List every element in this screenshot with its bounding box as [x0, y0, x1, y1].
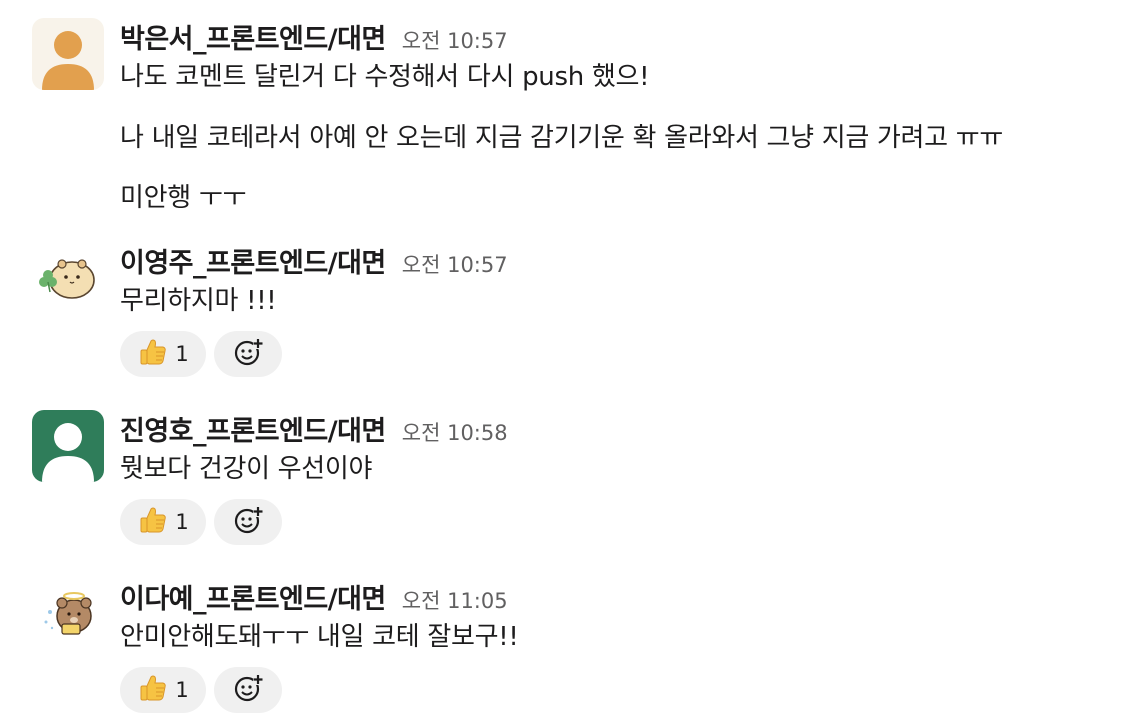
- add-emoji-icon: [232, 672, 264, 708]
- message-text: 나도 코멘트 달린거 다 수정해서 다시 push 했으!: [120, 62, 650, 92]
- add-reaction-button[interactable]: [214, 499, 282, 545]
- thumbs-up-reaction-button[interactable]: 1: [120, 667, 206, 713]
- reaction-count: 1: [175, 510, 189, 534]
- reaction-count: 1: [175, 342, 189, 366]
- message-timestamp[interactable]: 오전 10:58: [402, 417, 508, 447]
- author-name[interactable]: 이다예_프론트엔드/대면: [120, 577, 386, 616]
- add-emoji-icon: [232, 504, 264, 540]
- message-text: 미안행 ㅜㅜ: [120, 183, 247, 213]
- add-reaction-button[interactable]: [214, 667, 282, 713]
- thumbs-up-icon: [137, 504, 169, 540]
- message-timestamp[interactable]: 오전 10:57: [402, 249, 508, 279]
- author-name[interactable]: 진영호_프론트엔드/대면: [120, 409, 386, 448]
- message-text: 나 내일 코테라서 아예 안 오는데 지금 감기기운 확 올라와서 그냥 지금 …: [120, 123, 1004, 153]
- avatar-bear-icon[interactable]: [32, 578, 104, 650]
- thumbs-up-reaction-button[interactable]: 1: [120, 499, 206, 545]
- message-timestamp[interactable]: 오전 11:05: [402, 585, 508, 615]
- message-1: 박은서_프론트엔드/대면 오전 10:57 나도 코멘트 달린거 다 수정해서 …: [0, 0, 1130, 230]
- message-text: 뭣보다 건강이 우선이야: [120, 454, 373, 484]
- reaction-bar: 1: [120, 331, 282, 377]
- reaction-bar: 1: [120, 667, 282, 713]
- thumbs-up-icon: [137, 336, 169, 372]
- author-name[interactable]: 이영주_프론트엔드/대면: [120, 241, 386, 280]
- avatar-user-icon[interactable]: [32, 18, 104, 90]
- reaction-bar: 1: [120, 499, 282, 545]
- thumbs-up-icon: [137, 672, 169, 708]
- thumbs-up-reaction-button[interactable]: 1: [120, 331, 206, 377]
- message-text: 안미안해도돼ㅜㅜ 내일 코테 잘보구!!: [120, 622, 519, 652]
- avatar-hamster-icon[interactable]: [32, 242, 104, 314]
- reaction-count: 1: [175, 678, 189, 702]
- message-timestamp[interactable]: 오전 10:57: [402, 25, 508, 55]
- add-emoji-icon: [232, 336, 264, 372]
- author-name[interactable]: 박은서_프론트엔드/대면: [120, 17, 386, 56]
- avatar-user-icon[interactable]: [32, 410, 104, 482]
- add-reaction-button[interactable]: [214, 331, 282, 377]
- message-text: 무리하지마 !!!: [120, 286, 277, 316]
